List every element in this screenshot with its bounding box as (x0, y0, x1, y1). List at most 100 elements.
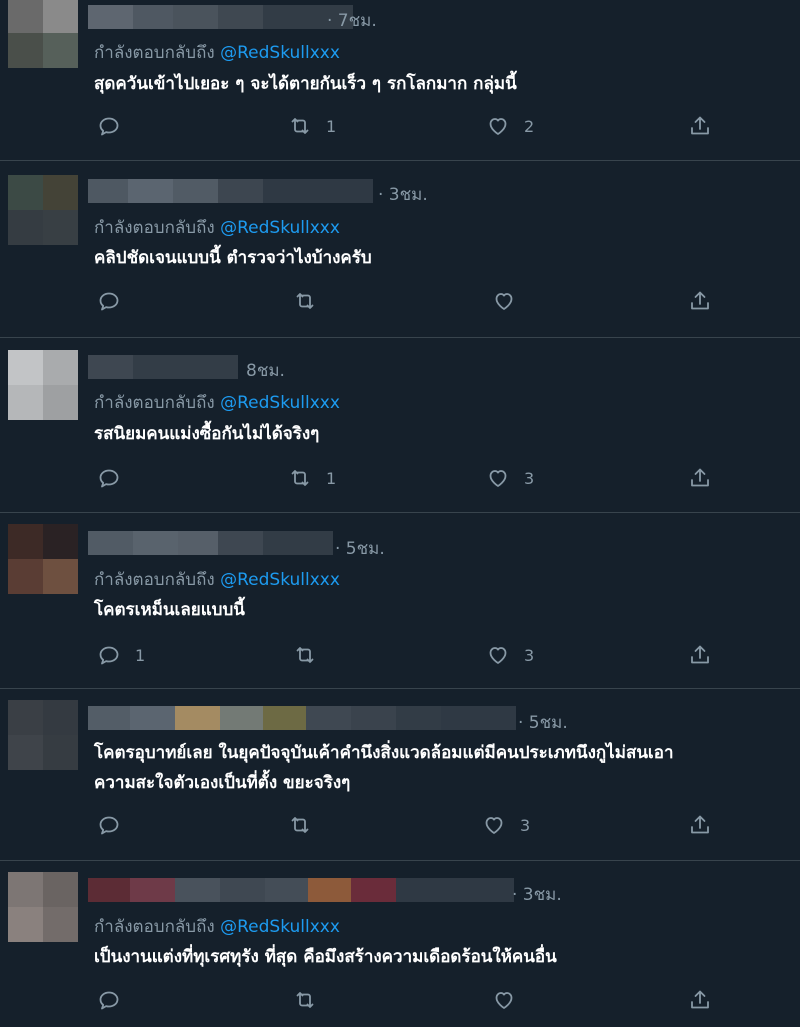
blurred-username[interactable] (88, 5, 353, 29)
avatar[interactable] (8, 0, 78, 68)
retweet-button[interactable] (293, 643, 331, 667)
like-count: 3 (524, 645, 535, 665)
reply-icon (99, 117, 119, 136)
like-icon (495, 293, 513, 310)
share-icon (691, 116, 709, 135)
retweet-count: 1 (326, 116, 337, 136)
like-button[interactable]: 2 (486, 114, 534, 138)
blurred-username[interactable] (88, 878, 514, 902)
tweet-actions: 1 2 (0, 114, 800, 144)
reply-button[interactable]: 1 (97, 643, 145, 667)
tweet-text: คลิปชัดเจนแบบนี้ ตำรวจว่าไงบ้างครับ (94, 248, 372, 268)
tweet-text: รสนิยมคนแม่งซื้อกันไม่ได้จริงๆ (94, 424, 320, 444)
like-button[interactable] (492, 988, 530, 1012)
tweet-text: โคตรเหม็นเลยแบบนี้ (94, 600, 245, 620)
tweet-actions: 1 3 (0, 466, 800, 496)
share-button[interactable] (688, 988, 712, 1012)
replying-to: กำลังตอบกลับถึง @RedSkullxxx (94, 566, 340, 593)
tweet-actions: 3 (0, 813, 800, 843)
retweet-button[interactable] (293, 289, 331, 313)
retweet-icon (296, 647, 314, 663)
timestamp[interactable]: · 7ชม. (327, 7, 377, 34)
retweet-button[interactable]: 1 (288, 466, 336, 490)
tweet[interactable]: · 5ชม. โคตรอุบาทย์เลย ในยุคปัจจุบันเค้าค… (0, 689, 800, 860)
replying-to-label: กำลังตอบกลับถึง (94, 917, 215, 937)
retweet-icon (291, 118, 309, 134)
like-button[interactable]: 3 (486, 643, 534, 667)
reply-button[interactable] (97, 289, 135, 313)
timestamp[interactable]: · 5ชม. (335, 535, 385, 562)
timestamp[interactable]: 8ชม. (246, 357, 285, 384)
like-count: 3 (524, 468, 535, 488)
retweet-button[interactable] (293, 988, 331, 1012)
share-button[interactable] (688, 289, 712, 313)
reply-icon (99, 991, 119, 1010)
reply-icon (99, 646, 119, 665)
tweet-actions: 1 3 (0, 643, 800, 673)
tweet[interactable]: · 3ชม. กำลังตอบกลับถึง @RedSkullxxx เป็น… (0, 861, 800, 1027)
replying-to-label: กำลังตอบกลับถึง (94, 570, 215, 590)
blurred-username[interactable] (88, 706, 516, 730)
replying-to: กำลังตอบกลับถึง @RedSkullxxx (94, 389, 340, 416)
mention-handle[interactable]: @RedSkullxxx (220, 570, 340, 590)
tweet[interactable]: · 5ชม. กำลังตอบกลับถึง @RedSkullxxx โคตร… (0, 513, 800, 688)
avatar[interactable] (8, 524, 78, 594)
avatar[interactable] (8, 872, 78, 942)
share-icon (691, 990, 709, 1009)
retweet-icon (291, 817, 309, 833)
share-icon (691, 468, 709, 487)
share-button[interactable] (688, 466, 712, 490)
timestamp[interactable]: · 3ชม. (512, 881, 562, 908)
reply-button[interactable] (97, 114, 135, 138)
reply-count: 1 (135, 645, 146, 665)
tweet-text: โคตรอุบาทย์เลย ในยุคปัจจุบันเค้าคำนึงสิ่… (94, 743, 674, 763)
blurred-username[interactable] (88, 355, 238, 379)
like-button[interactable]: 3 (482, 813, 530, 837)
like-icon (489, 470, 507, 487)
avatar[interactable] (8, 700, 78, 770)
reply-icon (99, 292, 119, 311)
retweet-button[interactable] (288, 813, 326, 837)
replying-to: กำลังตอบกลับถึง @RedSkullxxx (94, 39, 340, 66)
reply-button[interactable] (97, 813, 135, 837)
avatar[interactable] (8, 350, 78, 420)
like-icon (489, 647, 507, 664)
mention-handle[interactable]: @RedSkullxxx (220, 917, 340, 937)
retweet-icon (296, 992, 314, 1008)
share-icon (691, 815, 709, 834)
retweet-button[interactable]: 1 (288, 114, 336, 138)
like-icon (495, 992, 513, 1009)
tweet-text: เป็นงานแต่งที่ทุเรศทุรัง ที่สุด คือมึงสร… (94, 947, 557, 967)
reply-button[interactable] (97, 466, 135, 490)
timestamp[interactable]: · 5ชม. (518, 709, 568, 736)
replying-to-label: กำลังตอบกลับถึง (94, 218, 215, 238)
replying-to-label: กำลังตอบกลับถึง (94, 393, 215, 413)
replying-to: กำลังตอบกลับถึง @RedSkullxxx (94, 913, 340, 940)
replying-to-label: กำลังตอบกลับถึง (94, 43, 215, 63)
reply-icon (99, 469, 119, 488)
reply-icon (99, 816, 119, 835)
like-button[interactable] (492, 289, 530, 313)
retweet-icon (291, 470, 309, 486)
mention-handle[interactable]: @RedSkullxxx (220, 393, 340, 413)
tweet-actions (0, 289, 800, 319)
tweet[interactable]: 8ชม. กำลังตอบกลับถึง @RedSkullxxx รสนิยม… (0, 338, 800, 512)
like-count: 3 (520, 815, 531, 835)
retweet-count: 1 (326, 468, 337, 488)
tweet[interactable]: · 3ชม. กำลังตอบกลับถึง @RedSkullxxx คลิป… (0, 161, 800, 337)
replying-to: กำลังตอบกลับถึง @RedSkullxxx (94, 214, 340, 241)
avatar[interactable] (8, 175, 78, 245)
reply-button[interactable] (97, 988, 135, 1012)
retweet-icon (296, 293, 314, 309)
share-button[interactable] (688, 813, 712, 837)
like-button[interactable]: 3 (486, 466, 534, 490)
tweet[interactable]: · 7ชม. กำลังตอบกลับถึง @RedSkullxxx สุดค… (0, 0, 800, 160)
mention-handle[interactable]: @RedSkullxxx (220, 43, 340, 63)
blurred-username[interactable] (88, 531, 333, 555)
share-button[interactable] (688, 643, 712, 667)
like-icon (489, 118, 507, 135)
share-button[interactable] (688, 114, 712, 138)
mention-handle[interactable]: @RedSkullxxx (220, 218, 340, 238)
timestamp[interactable]: · 3ชม. (378, 181, 428, 208)
blurred-username[interactable] (88, 179, 373, 203)
